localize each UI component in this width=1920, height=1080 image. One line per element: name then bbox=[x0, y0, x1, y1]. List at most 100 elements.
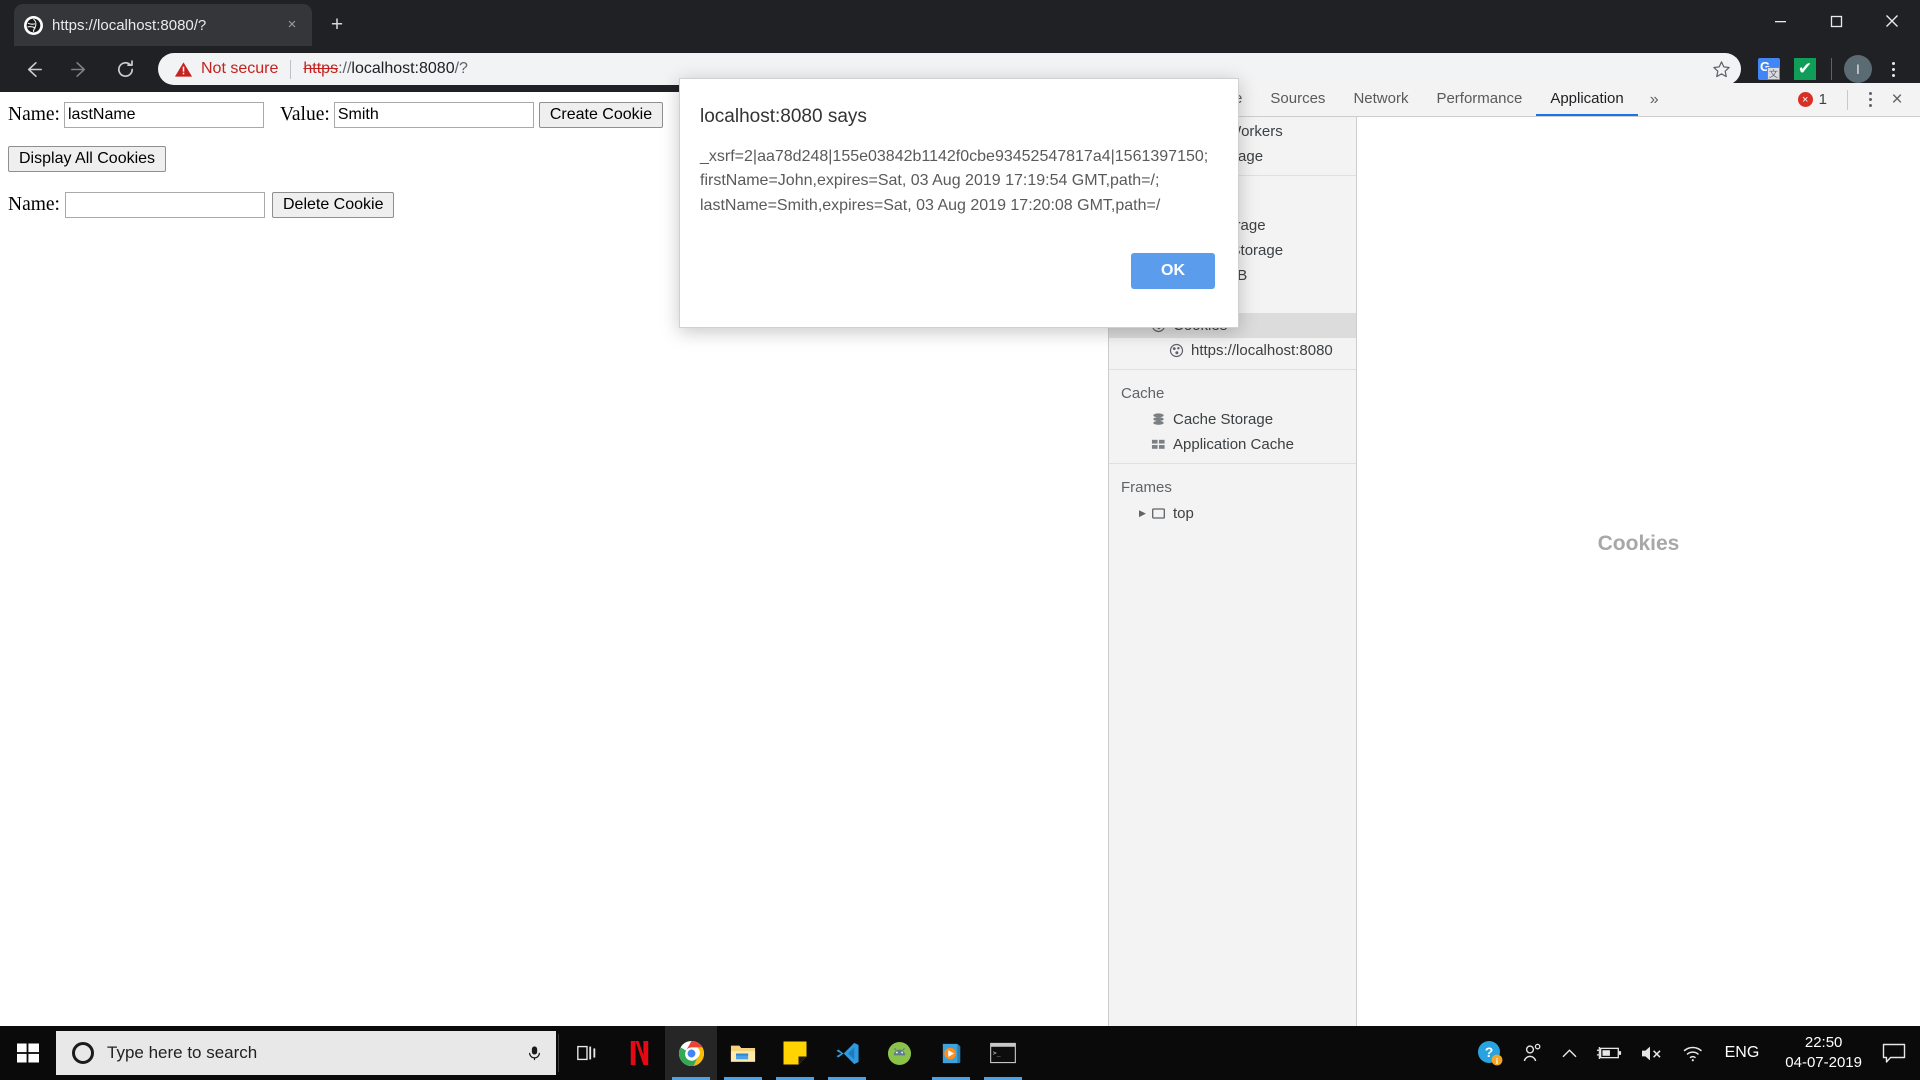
avatar[interactable]: I bbox=[1840, 51, 1876, 87]
delete-name-input[interactable] bbox=[64, 192, 265, 218]
tab-close-icon[interactable]: × bbox=[282, 15, 302, 35]
close-icon[interactable] bbox=[1864, 0, 1920, 42]
create-value-input[interactable] bbox=[333, 102, 534, 128]
create-value-label: Value: bbox=[279, 104, 330, 125]
globe-icon bbox=[24, 15, 43, 35]
cortana-icon bbox=[72, 1042, 94, 1064]
taskbar-divider bbox=[558, 1034, 559, 1072]
create-name-label: Name: bbox=[8, 104, 60, 125]
vscode-icon[interactable] bbox=[821, 1026, 873, 1080]
sidebar-item-cookies-origin[interactable]: https://localhost:8080 bbox=[1109, 338, 1356, 363]
display-all-cookies-button[interactable]: Display All Cookies bbox=[8, 146, 167, 172]
task-view-icon[interactable] bbox=[561, 1026, 613, 1080]
svg-text:?: ? bbox=[1484, 1044, 1493, 1060]
more-tabs-icon[interactable]: » bbox=[1638, 83, 1671, 116]
back-arrow-icon[interactable] bbox=[14, 50, 52, 88]
google-translate-icon[interactable]: G bbox=[1751, 51, 1787, 87]
browser-window: https://localhost:8080/? × + Not secure … bbox=[0, 0, 1920, 1080]
dialog-message-line: firstName=John,expires=Sat, 03 Aug 2019 … bbox=[700, 172, 1160, 190]
forward-arrow-icon[interactable] bbox=[60, 50, 98, 88]
sidebar-label: Application Cache bbox=[1173, 436, 1294, 453]
maximize-icon[interactable] bbox=[1808, 0, 1864, 42]
sidebar-item-cache-storage[interactable]: Cache Storage bbox=[1109, 407, 1356, 432]
tab-performance[interactable]: Performance bbox=[1422, 83, 1536, 116]
omnibox-divider bbox=[290, 59, 292, 79]
tab-strip: https://localhost:8080/? × + bbox=[0, 0, 1920, 46]
devtools-close-icon[interactable]: × bbox=[1882, 89, 1912, 111]
disclosure-triangle[interactable] bbox=[1139, 509, 1151, 518]
search-input[interactable]: Type here to search bbox=[56, 1031, 556, 1075]
database-icon bbox=[1151, 412, 1173, 427]
checkmark-extension-icon[interactable]: ✔ bbox=[1787, 51, 1823, 87]
tab-title: https://localhost:8080/? bbox=[52, 16, 207, 34]
svg-text:>_: >_ bbox=[993, 1049, 1001, 1057]
sidebar-label: top bbox=[1173, 505, 1194, 522]
clock-date: 04-07-2019 bbox=[1785, 1054, 1862, 1071]
address-bar-url: https://localhost:8080/? bbox=[303, 60, 468, 78]
android-studio-icon[interactable] bbox=[873, 1026, 925, 1080]
tab-network[interactable]: Network bbox=[1339, 83, 1422, 116]
sidebar-divider bbox=[1109, 463, 1356, 464]
dialog-message-line: _xsrf=2|aa78d248|155e03842b1142f0cbe9345… bbox=[700, 148, 1209, 165]
star-icon[interactable] bbox=[1707, 55, 1735, 83]
error-count: 1 bbox=[1818, 91, 1827, 108]
media-player-icon[interactable] bbox=[925, 1026, 977, 1080]
dialog-title: localhost:8080 says bbox=[700, 106, 867, 127]
people-icon[interactable] bbox=[1512, 1042, 1552, 1064]
search-placeholder: Type here to search bbox=[107, 1043, 258, 1062]
error-badge[interactable]: × 1 bbox=[1797, 91, 1827, 108]
sidebar-label: https://localhost:8080 bbox=[1191, 342, 1333, 359]
windows-taskbar: Type here to search >_ ? i ENG 22:50 04-… bbox=[0, 1026, 1920, 1080]
table-icon bbox=[1151, 437, 1173, 452]
sidebar-header-frames: Frames bbox=[1121, 479, 1172, 496]
toolbar-divider bbox=[1831, 58, 1832, 80]
tab-sources[interactable]: Sources bbox=[1256, 83, 1339, 116]
devtools-settings-icon[interactable] bbox=[1858, 92, 1882, 107]
profile-initial: I bbox=[1844, 55, 1872, 83]
not-secure-warning-icon bbox=[174, 60, 193, 79]
not-secure-label: Not secure bbox=[201, 60, 279, 77]
file-explorer-icon[interactable] bbox=[717, 1026, 769, 1080]
microphone-icon[interactable] bbox=[524, 1045, 544, 1062]
notification-icon[interactable] bbox=[1876, 1043, 1920, 1064]
sidebar-item-application-cache[interactable]: Application Cache bbox=[1109, 432, 1356, 457]
create-name-input[interactable] bbox=[63, 102, 264, 128]
clock[interactable]: 22:50 04-07-2019 bbox=[1771, 1033, 1876, 1074]
terminal-icon[interactable]: >_ bbox=[977, 1026, 1029, 1080]
devtools-toolbar-right: × 1 × bbox=[1797, 83, 1920, 116]
sidebar-label: Cache Storage bbox=[1173, 411, 1274, 428]
devtools-divider bbox=[1847, 89, 1848, 110]
language-indicator[interactable]: ENG bbox=[1713, 1044, 1772, 1062]
extension-icons: G ✔ I bbox=[1751, 51, 1920, 87]
windows-start-icon[interactable] bbox=[0, 1026, 56, 1080]
netflix-icon[interactable] bbox=[613, 1026, 665, 1080]
sidebar-divider bbox=[1109, 369, 1356, 370]
system-tray: ? i ENG 22:50 04-07-2019 bbox=[1468, 1026, 1920, 1080]
dialog-ok-button[interactable]: OK bbox=[1131, 253, 1215, 289]
delete-cookie-button[interactable]: Delete Cookie bbox=[271, 192, 395, 218]
sticky-notes-icon[interactable] bbox=[769, 1026, 821, 1080]
error-icon: × bbox=[1797, 92, 1813, 107]
reload-icon[interactable] bbox=[106, 50, 144, 88]
new-tab-button[interactable]: + bbox=[322, 10, 352, 40]
window-controls bbox=[1752, 0, 1920, 42]
volume-muted-icon[interactable] bbox=[1631, 1044, 1673, 1063]
chrome-icon[interactable] bbox=[665, 1026, 717, 1080]
create-cookie-button[interactable]: Create Cookie bbox=[538, 102, 664, 128]
sidebar-item-frame-top[interactable]: top bbox=[1109, 501, 1356, 526]
tab-application[interactable]: Application bbox=[1536, 83, 1638, 116]
devtools-content-pane: Cookies bbox=[1357, 117, 1920, 1026]
url-path: /? bbox=[454, 60, 468, 77]
browser-tab[interactable]: https://localhost:8080/? × bbox=[14, 4, 312, 46]
chevron-up-icon[interactable] bbox=[1552, 1045, 1587, 1062]
url-scheme-suffix: :// bbox=[338, 60, 352, 77]
cookie-icon bbox=[1169, 343, 1191, 358]
chrome-menu-icon[interactable] bbox=[1876, 52, 1910, 86]
help-icon[interactable]: ? i bbox=[1468, 1040, 1512, 1066]
wifi-icon[interactable] bbox=[1673, 1044, 1713, 1063]
content-placeholder: Cookies bbox=[1597, 532, 1680, 555]
minimize-icon[interactable] bbox=[1752, 0, 1808, 42]
svg-text:i: i bbox=[1495, 1057, 1497, 1066]
dialog-message: _xsrf=2|aa78d248|155e03842b1142f0cbe9345… bbox=[680, 128, 1238, 218]
battery-charging-icon[interactable] bbox=[1587, 1044, 1631, 1062]
